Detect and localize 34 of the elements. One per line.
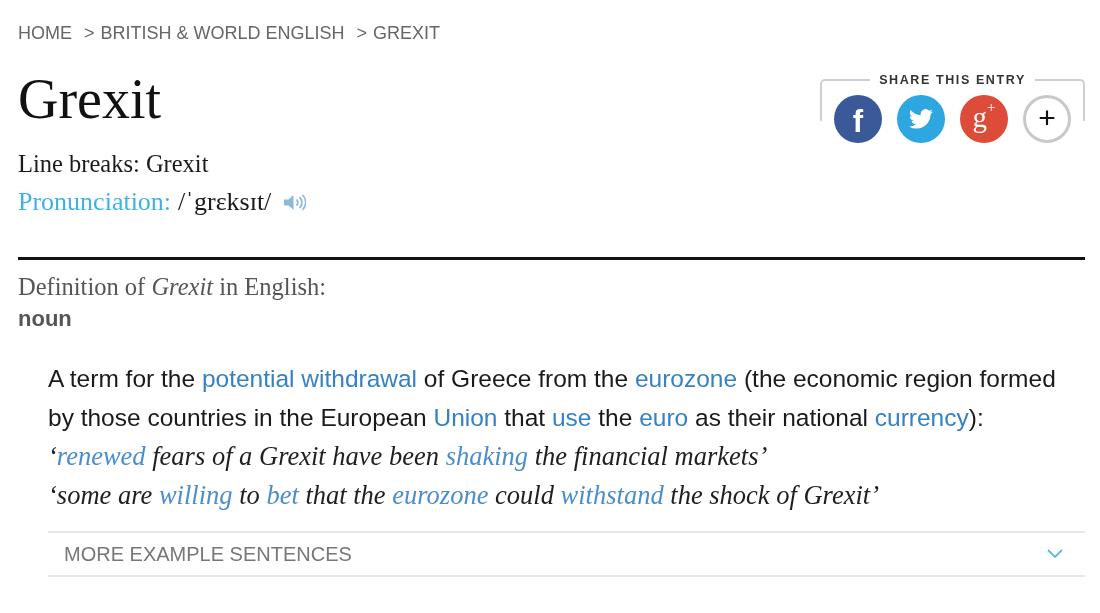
word-link[interactable]: bet	[266, 480, 299, 511]
share-heading: SHARE THIS ENTRY	[870, 73, 1035, 87]
breadcrumb-separator: >	[84, 22, 95, 44]
word-link[interactable]: willing	[158, 480, 233, 511]
example-sentence: ‘renewed fears of a Grexit have been shaking the financial markets’	[48, 440, 769, 474]
share-button[interactable]: g$^{+}$	[960, 95, 1008, 143]
pronunciation-label: Pronunciation:	[18, 187, 172, 217]
breadcrumb-link[interactable]: GREXIT	[373, 22, 441, 44]
breadcrumb-link[interactable]: HOME	[18, 22, 72, 44]
part-of-speech: noun	[18, 306, 73, 332]
line-breaks-text: Line breaks: Grexit	[18, 149, 210, 179]
more-share-button[interactable]: +	[1023, 95, 1071, 143]
breadcrumb-link[interactable]: BRITISH & WORLD ENGLISH	[100, 22, 345, 44]
word-link[interactable]: Union	[433, 403, 498, 431]
word-link[interactable]: renewed	[56, 441, 146, 472]
word-link[interactable]: eurozone	[392, 480, 489, 511]
word-link[interactable]: withstand	[560, 480, 664, 511]
definition-heading: Definition of Grexit in English:	[18, 273, 328, 301]
share-button[interactable]	[897, 95, 945, 143]
word-link[interactable]: euro	[639, 403, 689, 431]
breadcrumb-separator: >	[356, 22, 368, 44]
word-link[interactable]: use	[551, 403, 592, 431]
headword-title: Grexit	[18, 71, 163, 127]
share-button[interactable]: f	[834, 95, 882, 143]
more-examples-toggle[interactable]: MORE EXAMPLE SENTENCES	[48, 530, 1085, 577]
word-link[interactable]: potential withdrawal	[201, 365, 418, 392]
speaker-icon[interactable]	[284, 193, 307, 211]
word-link[interactable]: eurozone	[634, 365, 738, 392]
bird-icon	[909, 109, 933, 129]
definition-text: A term for the potential withdrawal of Greece from the eurozone (the economic region formed by those countries in the European Union that use the euro as their national currency):	[48, 364, 1057, 433]
word-link[interactable]: shaking	[445, 441, 529, 472]
example-sentence: ‘some are willing to bet that the eurozone could withstand the shock of Grexit’	[48, 479, 880, 513]
word-link[interactable]: currency	[874, 403, 969, 431]
pronunciation-text: /ˈgrɛksɪt/	[178, 187, 272, 217]
